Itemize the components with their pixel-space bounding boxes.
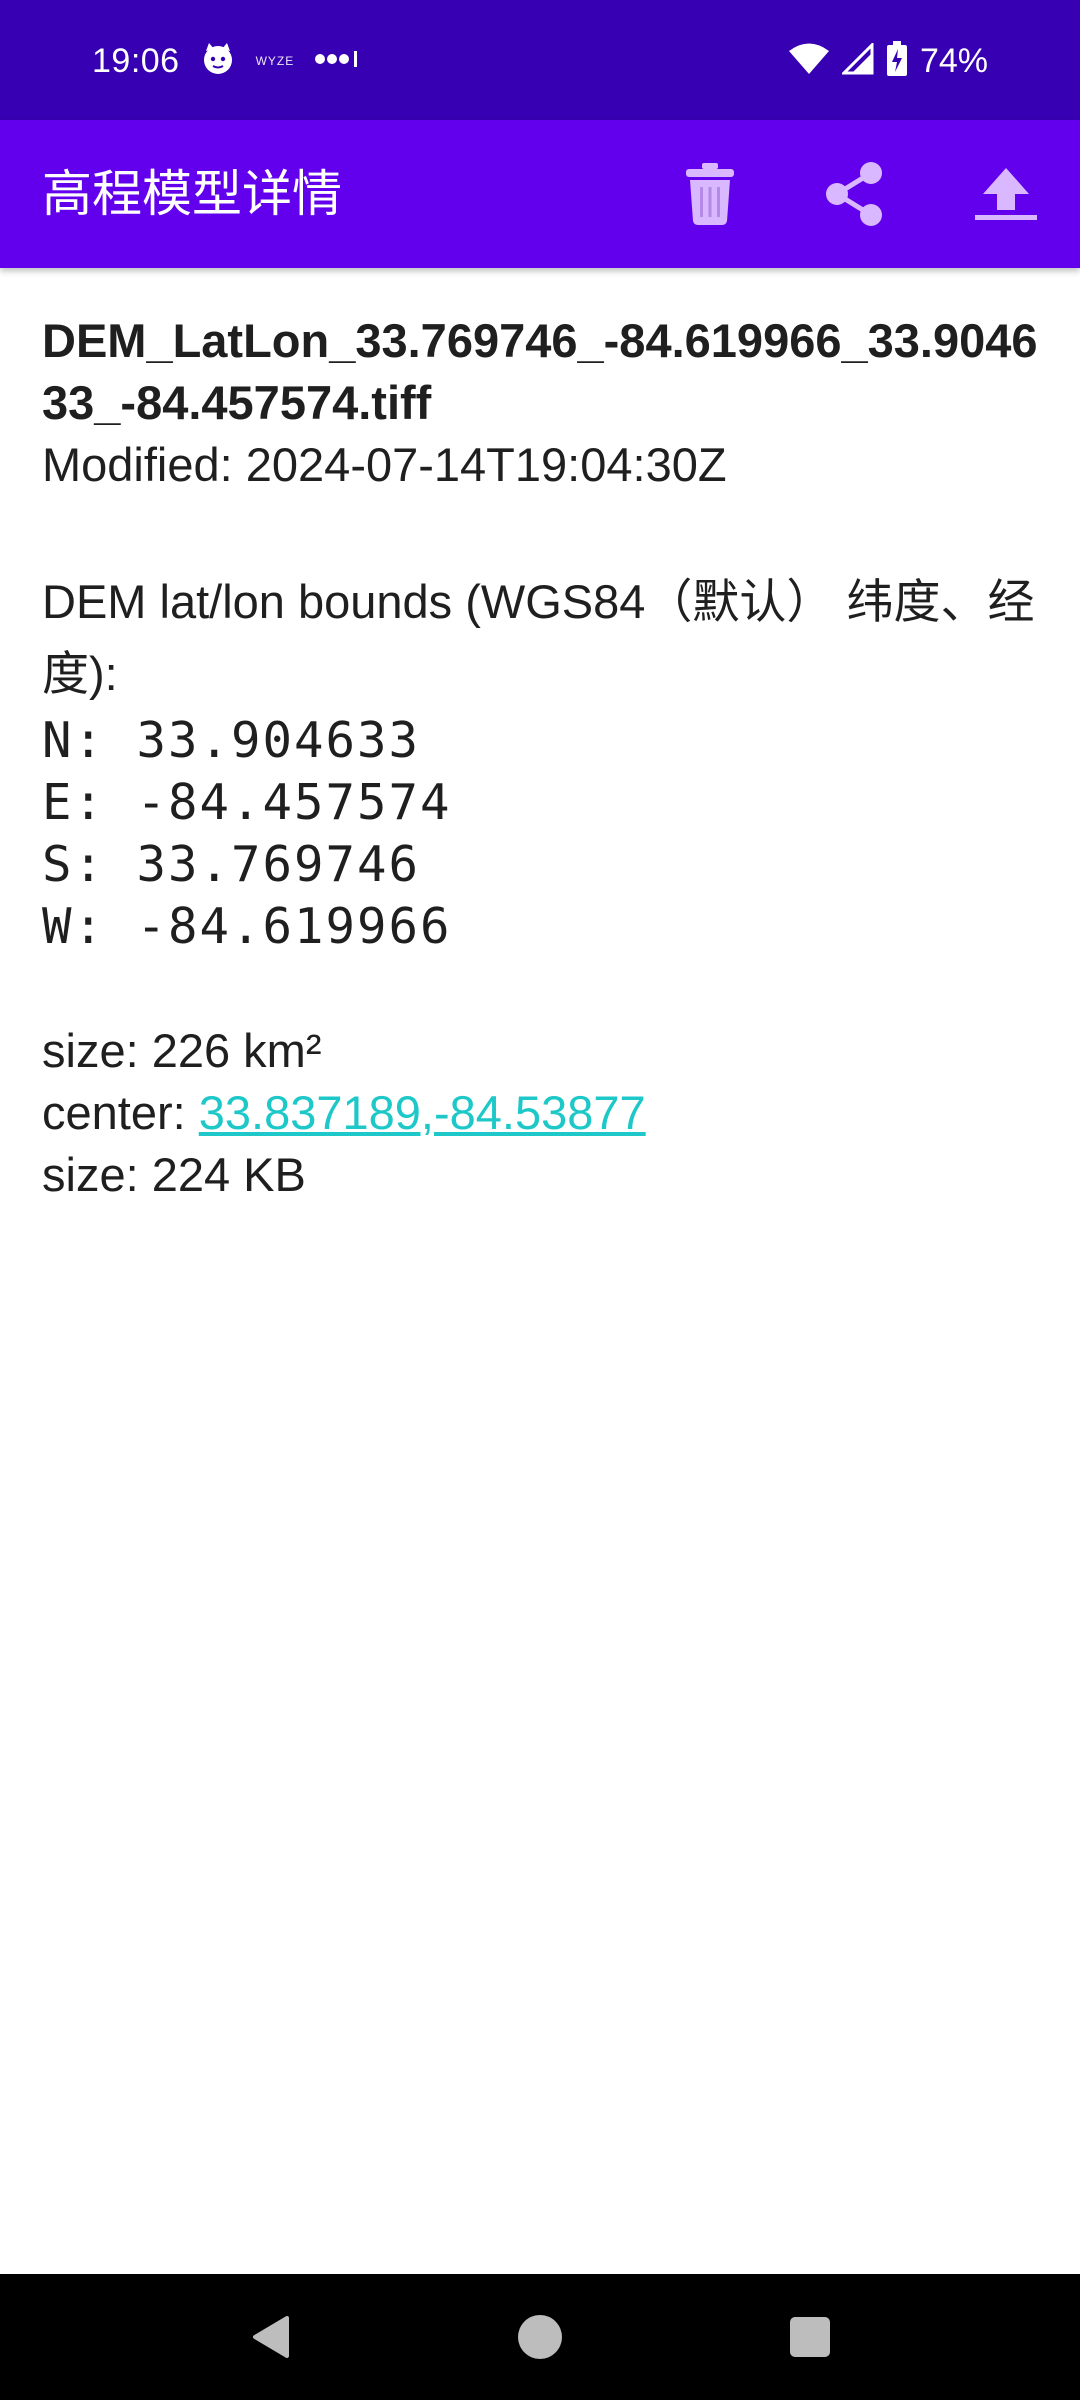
bound-east: E: -84.457574: [42, 774, 452, 831]
upload-button[interactable]: [966, 154, 1046, 234]
center-label: center:: [42, 1086, 199, 1139]
system-nav-bar: [0, 2274, 1080, 2400]
recents-icon: [790, 2317, 830, 2357]
delete-button[interactable]: [670, 154, 750, 234]
upload-icon: [975, 168, 1037, 220]
bound-south: S: 33.769746: [42, 836, 421, 893]
trash-icon: [686, 163, 734, 225]
recents-button[interactable]: [770, 2297, 850, 2377]
status-bar: 19:06 WYZE 74%: [0, 0, 1080, 120]
center-coordinates-link[interactable]: 33.837189,-84.53877: [199, 1086, 646, 1139]
center-row: center: 33.837189,-84.53877: [42, 1082, 1038, 1144]
dem-details: DEM_LatLon_33.769746_-84.619966_33.90463…: [42, 310, 1038, 1206]
share-button[interactable]: [814, 154, 894, 234]
back-icon: [253, 2316, 289, 2358]
file-name: DEM_LatLon_33.769746_-84.619966_33.90463…: [42, 314, 1038, 429]
share-icon: [826, 162, 882, 226]
bound-north: N: 33.904633: [42, 712, 421, 769]
app-bar: 高程模型详情: [0, 120, 1080, 268]
back-button[interactable]: [230, 2297, 310, 2377]
page-title: 高程模型详情: [42, 165, 342, 223]
status-right-group: 74%: [788, 36, 988, 86]
cat-face-icon: [200, 41, 236, 81]
bound-west: W: -84.619966: [42, 898, 452, 955]
home-icon: [518, 2315, 562, 2359]
battery-percent: 74%: [919, 41, 988, 80]
home-button[interactable]: [500, 2297, 580, 2377]
file-size: size: 224 KB: [42, 1148, 306, 1201]
area-size: size: 226 km²: [42, 1024, 322, 1077]
status-left-group: 19:06 WYZE: [92, 36, 360, 86]
bounds-label: DEM lat/lon bounds (WGS84（默认） 纬度、经度):: [42, 575, 1035, 700]
modified-date: Modified: 2024-07-14T19:04:30Z: [42, 438, 727, 491]
wifi-icon: [788, 42, 830, 80]
battery-charging-icon: [886, 41, 908, 81]
wyze-icon: WYZE: [255, 54, 295, 68]
more-dots-icon: [314, 49, 360, 73]
cell-signal-icon: [840, 41, 874, 79]
status-time: 19:06: [92, 41, 180, 80]
